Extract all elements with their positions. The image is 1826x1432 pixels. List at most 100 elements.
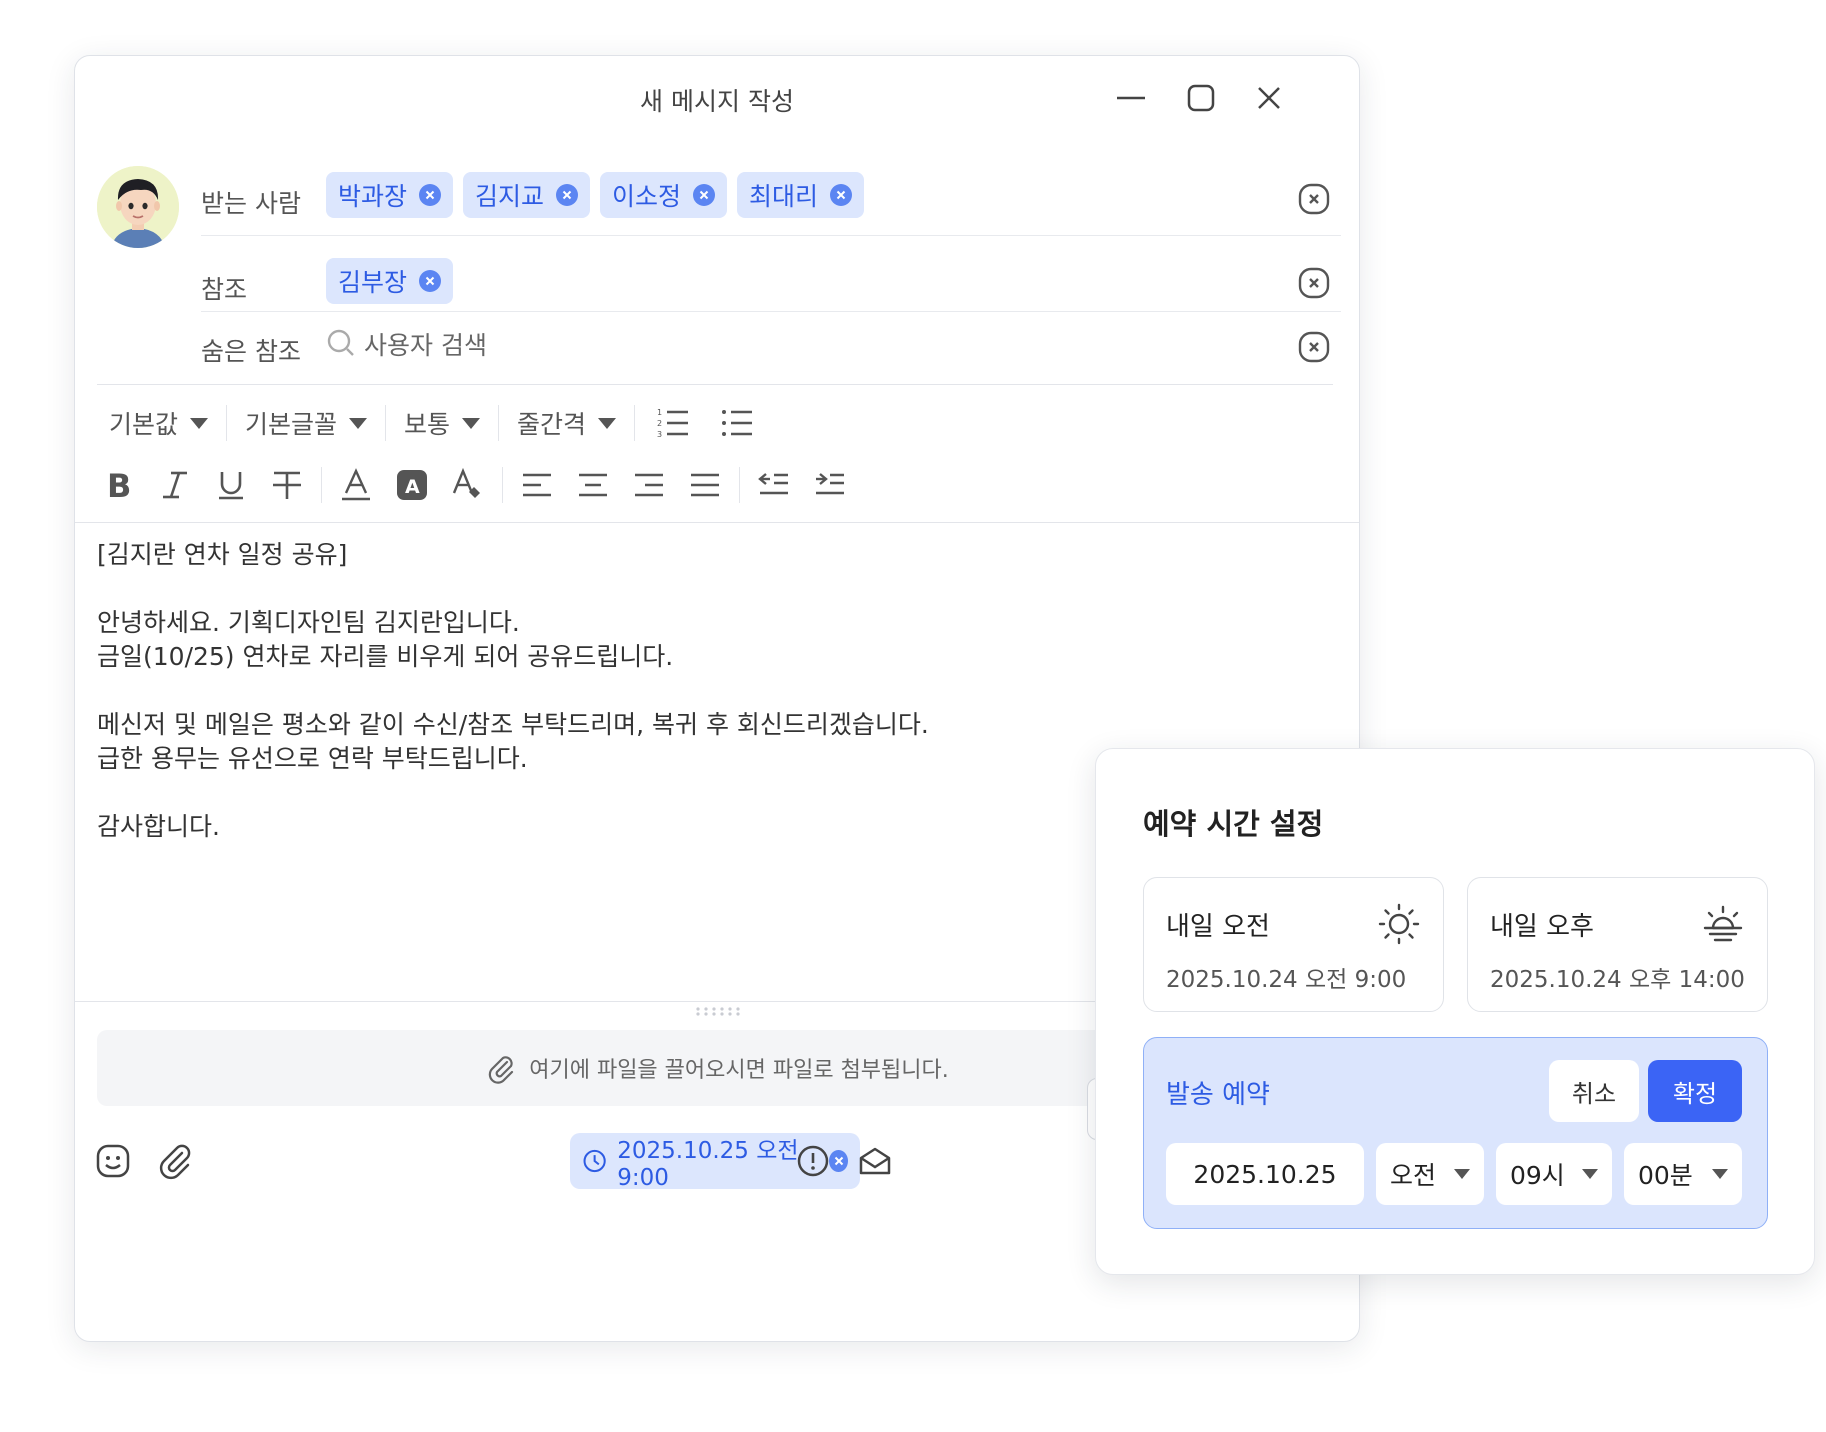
style-dropdown[interactable]: 기본값 [97, 403, 220, 443]
toolbar-divider [634, 405, 636, 441]
toolbar-divider [498, 405, 500, 441]
preset-datetime: 2025.10.24 오후 14:00 [1490, 967, 1745, 993]
emoji-button[interactable] [93, 1141, 133, 1181]
remove-recipient-icon[interactable] [693, 184, 716, 206]
schedule-confirm-button[interactable]: 확정 [1648, 1060, 1742, 1122]
indent-button[interactable] [802, 460, 858, 510]
ampm-value: 오전 [1390, 1161, 1437, 1190]
editor-top-divider [75, 522, 1359, 523]
align-right-button[interactable] [621, 460, 677, 510]
bold-icon: B [107, 467, 131, 503]
recipient-name: 박과장 [338, 182, 408, 211]
clear-cc-button[interactable] [1297, 266, 1331, 300]
recipient-chip[interactable]: 김지교 [463, 172, 591, 218]
preset-name: 내일 오후 [1490, 912, 1594, 942]
recipient-chip[interactable]: 박과장 [326, 172, 454, 218]
body-line: 감사합니다. [97, 812, 220, 841]
clock-icon [583, 1149, 606, 1173]
svg-text:A: A [405, 476, 420, 498]
cc-chips: 김부장 [326, 258, 454, 304]
line-spacing-label: 줄간격 [517, 410, 587, 439]
window-title: 새 메시지 작성 [640, 87, 794, 116]
underline-icon [219, 472, 243, 500]
format-toolbar-row-1: 기본값 기본글꼴 보통 줄간격 1 2 3 [97, 398, 769, 448]
align-justify-button[interactable] [677, 460, 733, 510]
align-justify-icon [691, 473, 719, 497]
preset-tomorrow-afternoon[interactable]: 내일 오후 2025.10.24 오후 14:00 [1467, 877, 1768, 1012]
line-spacing-dropdown[interactable]: 줄간격 [505, 403, 628, 443]
hour-select[interactable]: 09시 [1496, 1143, 1612, 1205]
toolbar-divider [226, 405, 228, 441]
bcc-search-input[interactable] [364, 330, 764, 360]
ampm-select[interactable]: 오전 [1376, 1143, 1484, 1205]
caret-down-icon [1712, 1169, 1728, 1179]
close-button[interactable] [1249, 78, 1289, 118]
body-line [97, 572, 1097, 606]
caret-down-icon [598, 417, 617, 429]
remove-recipient-icon[interactable] [419, 270, 442, 292]
align-center-button[interactable] [565, 460, 621, 510]
font-color-button[interactable] [328, 460, 384, 510]
importance-button[interactable] [793, 1141, 833, 1181]
paperclip-icon [489, 1056, 514, 1084]
align-center-icon [579, 473, 607, 497]
indent-icon [816, 473, 844, 495]
body-line [97, 776, 1097, 810]
maximize-button[interactable] [1181, 78, 1221, 118]
clear-format-button[interactable] [440, 460, 496, 510]
body-line: 급한 용무는 유선으로 연락 부탁드립니다. [97, 744, 528, 773]
clear-bcc-button[interactable] [1297, 330, 1331, 364]
recipient-name: 김부장 [338, 268, 408, 297]
minimize-button[interactable] [1111, 78, 1151, 118]
minute-value: 00분 [1638, 1161, 1693, 1190]
schedule-cancel-button[interactable]: 취소 [1549, 1060, 1639, 1122]
bullet-list-button[interactable] [705, 398, 769, 448]
italic-button[interactable] [147, 460, 203, 510]
date-value: 2025.10.25 [1193, 1159, 1337, 1189]
minute-select[interactable]: 00분 [1624, 1143, 1742, 1205]
outdent-icon [758, 473, 788, 495]
recipient-chip[interactable]: 이소정 [600, 172, 728, 218]
scheduled-time: 2025.10.25 오전 9:00 [617, 1138, 799, 1191]
ordered-list-button[interactable]: 1 2 3 [641, 398, 705, 448]
message-body[interactable]: [김지란 연차 일정 공유] 안녕하세요. 기획디자인팀 김지란입니다. 금일(… [97, 538, 1097, 844]
sun-icon [1377, 902, 1421, 946]
clear-field-icon [1298, 267, 1330, 299]
emoji-icon [96, 1144, 130, 1178]
resize-grip-icon[interactable] [695, 1006, 741, 1016]
read-receipt-button[interactable] [855, 1141, 895, 1181]
remove-recipient-icon[interactable] [556, 184, 579, 206]
toolbar-divider [321, 467, 322, 503]
caret-down-icon [349, 417, 368, 429]
caret-down-icon [462, 417, 481, 429]
send-schedule-label: 발송 예약 [1166, 1080, 1270, 1110]
caret-down-icon [1582, 1169, 1598, 1179]
highlight-button[interactable]: A [384, 460, 440, 510]
body-line: 안녕하세요. 기획디자인팀 김지란입니다. [97, 608, 520, 637]
align-left-button[interactable] [509, 460, 565, 510]
remove-recipient-icon[interactable] [830, 184, 853, 206]
size-dropdown[interactable]: 보통 [392, 403, 492, 443]
envelope-open-icon [859, 1147, 891, 1175]
attach-file-button[interactable] [155, 1141, 195, 1181]
outdent-button[interactable] [746, 460, 802, 510]
recipient-chip[interactable]: 김부장 [326, 258, 454, 304]
font-label: 기본글꼴 [245, 410, 338, 439]
strikethrough-button[interactable] [259, 460, 315, 510]
bcc-label: 숨은 참조 [201, 337, 301, 366]
font-dropdown[interactable]: 기본글꼴 [233, 403, 379, 443]
remove-recipient-icon[interactable] [419, 184, 442, 206]
font-color-icon [342, 468, 370, 501]
title-bar: 새 메시지 작성 [75, 56, 1359, 136]
date-picker[interactable]: 2025.10.25 [1166, 1143, 1364, 1205]
bold-button[interactable]: B [91, 460, 147, 510]
recipient-chip[interactable]: 최대리 [737, 172, 865, 218]
underline-button[interactable] [203, 460, 259, 510]
sunset-icon [1701, 902, 1745, 946]
clear-to-button[interactable] [1297, 182, 1331, 216]
preset-tomorrow-morning[interactable]: 내일 오전 2025.10.24 오전 9:00 [1143, 877, 1444, 1012]
search-icon [326, 328, 356, 362]
paperclip-icon [159, 1144, 191, 1180]
preset-name: 내일 오전 [1166, 912, 1270, 942]
svg-text:1: 1 [657, 408, 662, 417]
